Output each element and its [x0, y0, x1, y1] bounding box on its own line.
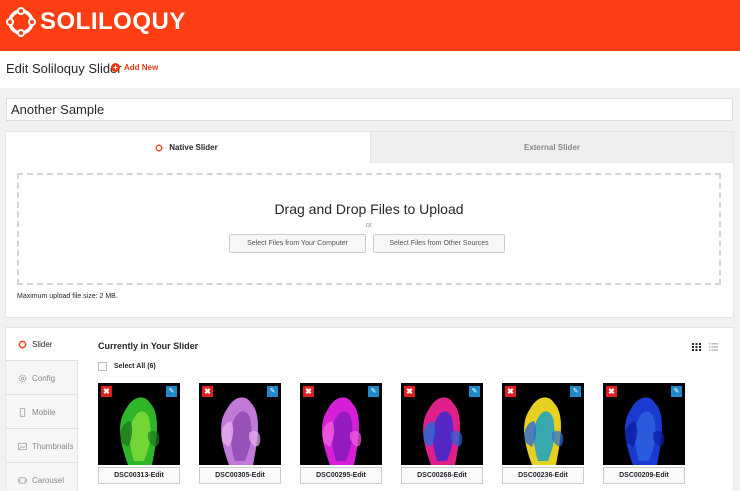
- edit-slide-button[interactable]: ✎: [166, 386, 177, 397]
- remove-slide-button[interactable]: ✖: [505, 386, 516, 397]
- brand-bar: SOLILOQUY: [0, 0, 740, 51]
- slide-thumbnail[interactable]: ✖ ✎ DSC00209-Edit: [603, 383, 685, 489]
- slider-settings-panel: Slider Config Mobile Thumbnails Carousel…: [5, 327, 734, 491]
- view-toggle: [692, 343, 718, 351]
- sidebar-item-mobile[interactable]: Mobile: [6, 396, 78, 429]
- sidebar-item-label: Slider: [32, 339, 53, 349]
- tab-external-slider[interactable]: External Slider: [370, 132, 733, 163]
- plus-icon: +: [111, 63, 120, 72]
- slide-thumbnail[interactable]: ✖ ✎ DSC00236-Edit: [502, 383, 584, 489]
- soliloquy-icon: [155, 143, 163, 152]
- checkbox[interactable]: [98, 362, 107, 371]
- edit-slide-button[interactable]: ✎: [368, 386, 379, 397]
- slide-thumbnail[interactable]: ✖ ✎ DSC00305-Edit: [199, 383, 281, 489]
- list-view-icon[interactable]: [709, 343, 718, 351]
- remove-slide-button[interactable]: ✖: [101, 386, 112, 397]
- dropzone-or: or: [365, 222, 373, 229]
- select-all-checkbox[interactable]: Select All (6): [98, 362, 156, 371]
- settings-sidebar: Slider Config Mobile Thumbnails Carousel: [6, 328, 78, 491]
- mobile-icon: [19, 407, 26, 417]
- slider-icon: [18, 339, 27, 349]
- edit-slide-button[interactable]: ✎: [671, 386, 682, 397]
- tab-label: Native Slider: [169, 143, 218, 152]
- select-files-computer-button[interactable]: Select Files from Your Computer: [229, 234, 366, 253]
- current-slides-title: Currently in Your Slider: [98, 341, 199, 351]
- remove-slide-button[interactable]: ✖: [202, 386, 213, 397]
- slide-thumbnail[interactable]: ✖ ✎ DSC00268-Edit: [401, 383, 483, 489]
- slider-type-tabs: Native Slider External Slider: [6, 132, 733, 163]
- image-icon: [18, 442, 27, 450]
- upload-dropzone[interactable]: Drag and Drop Files to Upload or Select …: [17, 173, 721, 285]
- remove-slide-button[interactable]: ✖: [606, 386, 617, 397]
- sidebar-item-label: Mobile: [32, 407, 56, 417]
- slide-thumbnail[interactable]: ✖ ✎ DSC00313-Edit: [98, 383, 180, 489]
- select-files-other-button[interactable]: Select Files from Other Sources: [373, 234, 505, 253]
- soliloquy-logo[interactable]: SOLILOQUY: [6, 7, 186, 37]
- tab-label: External Slider: [523, 142, 581, 152]
- slide-caption: DSC00305-Edit: [199, 467, 281, 484]
- remove-slide-button[interactable]: ✖: [303, 386, 314, 397]
- dropzone-heading: Drag and Drop Files to Upload: [274, 201, 464, 217]
- brand-name: SOLILOQUY: [40, 8, 186, 35]
- edit-slide-button[interactable]: ✎: [267, 386, 278, 397]
- add-new-button[interactable]: + Add New: [111, 63, 158, 72]
- slider-title-input[interactable]: [6, 98, 733, 121]
- sidebar-item-slider[interactable]: Slider: [6, 328, 78, 361]
- add-new-label: Add New: [124, 63, 159, 72]
- sidebar-item-label: Carousel: [32, 475, 65, 485]
- carousel-icon: [18, 476, 27, 484]
- edit-slide-button[interactable]: ✎: [469, 386, 480, 397]
- slide-caption: DSC00313-Edit: [98, 467, 180, 484]
- select-all-label: Select All (6): [114, 363, 156, 370]
- grid-view-icon[interactable]: [692, 343, 701, 351]
- edit-slide-button[interactable]: ✎: [570, 386, 581, 397]
- page-title: Edit Soliloquy Slider: [6, 61, 122, 76]
- sidebar-item-carousel[interactable]: Carousel: [6, 464, 78, 491]
- slide-caption: DSC00295-Edit: [300, 467, 382, 484]
- gear-icon: [18, 374, 27, 382]
- sidebar-item-label: Thumbnails: [32, 441, 74, 451]
- upload-panel: Native Slider External Slider Drag and D…: [5, 131, 734, 318]
- tab-native-slider[interactable]: Native Slider: [6, 132, 367, 163]
- sidebar-item-label: Config: [32, 373, 56, 383]
- remove-slide-button[interactable]: ✖: [404, 386, 415, 397]
- max-upload-size: Maximum upload file size: 2 MB.: [17, 293, 118, 300]
- slide-thumbnail[interactable]: ✖ ✎ DSC00295-Edit: [300, 383, 382, 489]
- slide-caption: DSC00268-Edit: [401, 467, 483, 484]
- sidebar-item-config[interactable]: Config: [6, 362, 78, 395]
- sidebar-item-thumbnails[interactable]: Thumbnails: [6, 430, 78, 463]
- slide-caption: DSC00236-Edit: [502, 467, 584, 484]
- soliloquy-logo-icon: [6, 7, 36, 37]
- page-header: Edit Soliloquy Slider + Add New: [0, 51, 740, 88]
- slide-caption: DSC00209-Edit: [603, 467, 685, 484]
